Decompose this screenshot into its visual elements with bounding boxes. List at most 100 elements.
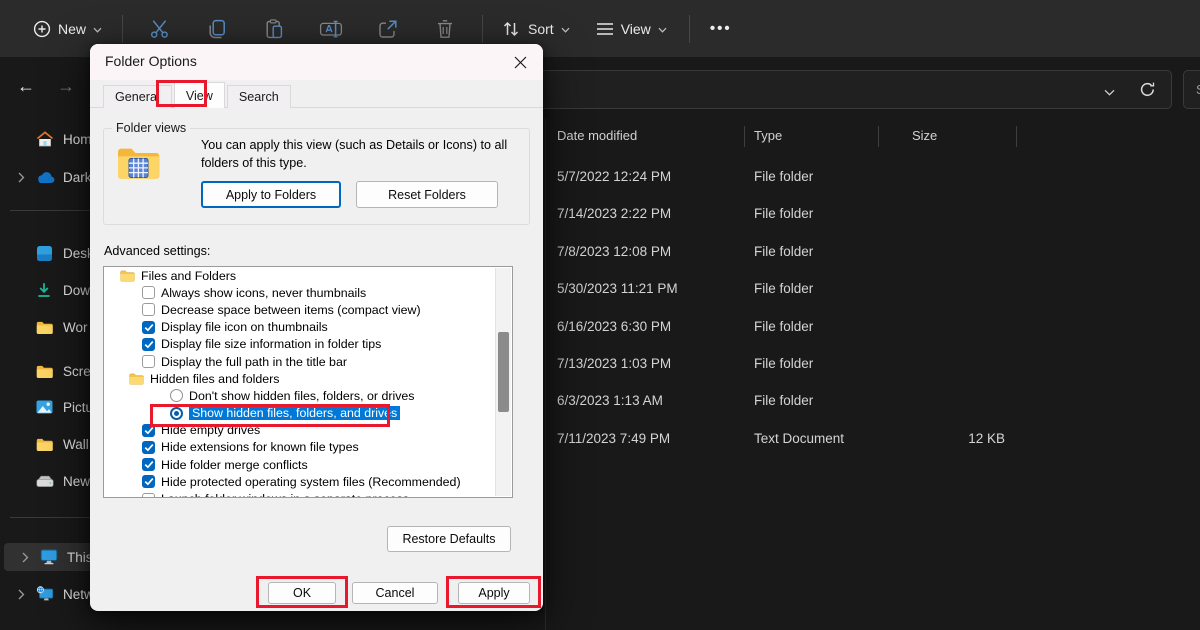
file-row[interactable]: 5/30/2023 11:21 PMFile folder [545,271,1200,308]
sidebar-item-new[interactable]: New [0,467,100,495]
advanced-setting-row[interactable]: Display the full path in the title bar [104,353,512,370]
folder-icon [36,438,55,451]
restore-defaults-label: Restore Defaults [402,532,495,546]
thispc-icon [40,549,59,565]
file-type: Text Document [754,431,844,446]
sidebar-item-netw[interactable]: Netw [0,580,100,608]
advanced-setting-row[interactable]: Display file size information in folder … [104,336,512,353]
refresh-icon[interactable] [1139,81,1156,103]
checkbox-checked-icon[interactable] [142,321,155,334]
advanced-setting-row[interactable]: Display file icon on thumbnails [104,319,512,336]
chevron-right-icon[interactable] [18,172,28,183]
sidebar-item-dark[interactable]: Dark [0,163,100,191]
column-header-type[interactable]: Type [754,128,782,143]
column-divider[interactable] [744,126,745,147]
file-row[interactable]: 7/8/2023 12:08 PMFile folder [545,234,1200,271]
sidebar-item-dow[interactable]: Dow [0,276,100,304]
sidebar-item-scre[interactable]: Scre [0,357,100,385]
file-row[interactable]: 5/7/2022 12:24 PMFile folder [545,159,1200,196]
file-row[interactable]: 7/13/2023 1:03 PMFile folder [545,346,1200,383]
share-button[interactable] [365,9,411,49]
see-more-button[interactable]: ••• [698,9,744,49]
restore-defaults-button[interactable]: Restore Defaults [387,526,511,552]
paste-button[interactable] [251,9,297,49]
advanced-setting-row[interactable]: Show hidden files, folders, and drives [104,405,512,422]
scissors-icon [149,18,171,40]
reset-folders-button[interactable]: Reset Folders [356,181,498,208]
apply-label: Apply [478,586,509,600]
file-type: File folder [754,169,813,184]
advanced-setting-label: Don't show hidden files, folders, or dri… [189,389,415,403]
checkbox-unchecked-icon[interactable] [142,493,155,498]
advanced-setting-row[interactable]: Files and Folders [104,267,512,284]
chevron-right-icon[interactable] [22,552,32,563]
column-divider[interactable] [878,126,879,147]
folder-views-group: Folder views You can apply this view (su… [103,128,530,225]
advanced-setting-label: Hide protected operating system files (R… [161,475,461,489]
sort-button[interactable]: Sort [501,20,570,38]
radio-unselected-icon[interactable] [170,389,183,402]
file-date-modified: 7/14/2023 2:22 PM [557,206,671,221]
advanced-setting-row[interactable]: Launch folder windows in a separate proc… [104,490,512,498]
cancel-button[interactable]: Cancel [352,582,438,604]
sidebar-item-pictu[interactable]: Pictu [0,393,100,421]
ok-button[interactable]: OK [268,582,336,604]
checkbox-unchecked-icon[interactable] [142,286,155,299]
column-header-date-modified[interactable]: Date modified [557,128,637,143]
advanced-setting-row[interactable]: Decrease space between items (compact vi… [104,301,512,318]
advanced-setting-row[interactable]: Hide folder merge conflicts [104,456,512,473]
scrollbar-thumb[interactable] [498,332,509,412]
checkbox-checked-icon[interactable] [142,338,155,351]
checkbox-unchecked-icon[interactable] [142,355,155,368]
checkbox-checked-icon[interactable] [142,424,155,437]
delete-button[interactable] [422,9,468,49]
advanced-setting-row[interactable]: Hidden files and folders [104,370,512,387]
file-row[interactable]: 7/11/2023 7:49 PMText Document12 KB [545,421,1200,458]
apply-to-folders-button[interactable]: Apply to Folders [201,181,341,208]
copy-button[interactable] [194,9,240,49]
sidebar-item-label: New [63,474,90,489]
radio-selected-icon[interactable] [170,407,183,420]
checkbox-unchecked-icon[interactable] [142,303,155,316]
file-date-modified: 6/3/2023 1:13 AM [557,393,663,408]
checkbox-checked-icon[interactable] [142,458,155,471]
sidebar-item-this[interactable]: This [4,543,100,571]
apply-button[interactable]: Apply [458,582,530,604]
rename-button[interactable] [308,9,354,49]
column-divider[interactable] [1016,126,1017,147]
drive-icon [36,475,55,488]
checkbox-checked-icon[interactable] [142,441,155,454]
search-input[interactable]: Se [1183,70,1200,109]
view-button[interactable]: View [596,21,667,37]
file-date-modified: 7/13/2023 1:03 PM [557,356,671,371]
sidebar-item-wall[interactable]: Wall [0,430,100,458]
sidebar-item-hom[interactable]: Hom [0,125,100,153]
advanced-setting-row[interactable]: Hide protected operating system files (R… [104,473,512,490]
file-row[interactable]: 6/3/2023 1:13 AMFile folder [545,383,1200,420]
file-row[interactable]: 7/14/2023 2:22 PMFile folder [545,196,1200,233]
chevron-right-icon[interactable] [18,589,28,600]
tab-view[interactable]: View [174,82,225,108]
advanced-setting-row[interactable]: Don't show hidden files, folders, or dri… [104,387,512,404]
folder-icon [129,373,144,385]
close-icon[interactable] [514,56,527,69]
address-dropdown-chevron-icon[interactable] [1104,83,1115,101]
cut-button[interactable] [137,9,183,49]
back-button[interactable]: ← [17,76,35,97]
advanced-setting-row[interactable]: Hide empty drives [104,422,512,439]
sidebar-item-wor[interactable]: Wor [0,313,100,341]
scrollbar[interactable] [495,268,511,496]
advanced-setting-row[interactable]: Always show icons, never thumbnails [104,284,512,301]
sidebar-item-desk[interactable]: Desk [0,239,100,267]
column-header-size[interactable]: Size [912,128,937,143]
tab-search[interactable]: Search [227,85,291,108]
tab-general[interactable]: General [103,85,172,108]
advanced-setting-row[interactable]: Hide extensions for known file types [104,439,512,456]
checkbox-checked-icon[interactable] [142,475,155,488]
file-row[interactable]: 6/16/2023 6:30 PMFile folder [545,309,1200,346]
chevron-down-icon [561,27,570,33]
new-button[interactable]: New [33,20,102,38]
file-type: File folder [754,244,813,259]
file-date-modified: 5/30/2023 11:21 PM [557,281,678,296]
forward-button[interactable]: → [57,76,75,97]
